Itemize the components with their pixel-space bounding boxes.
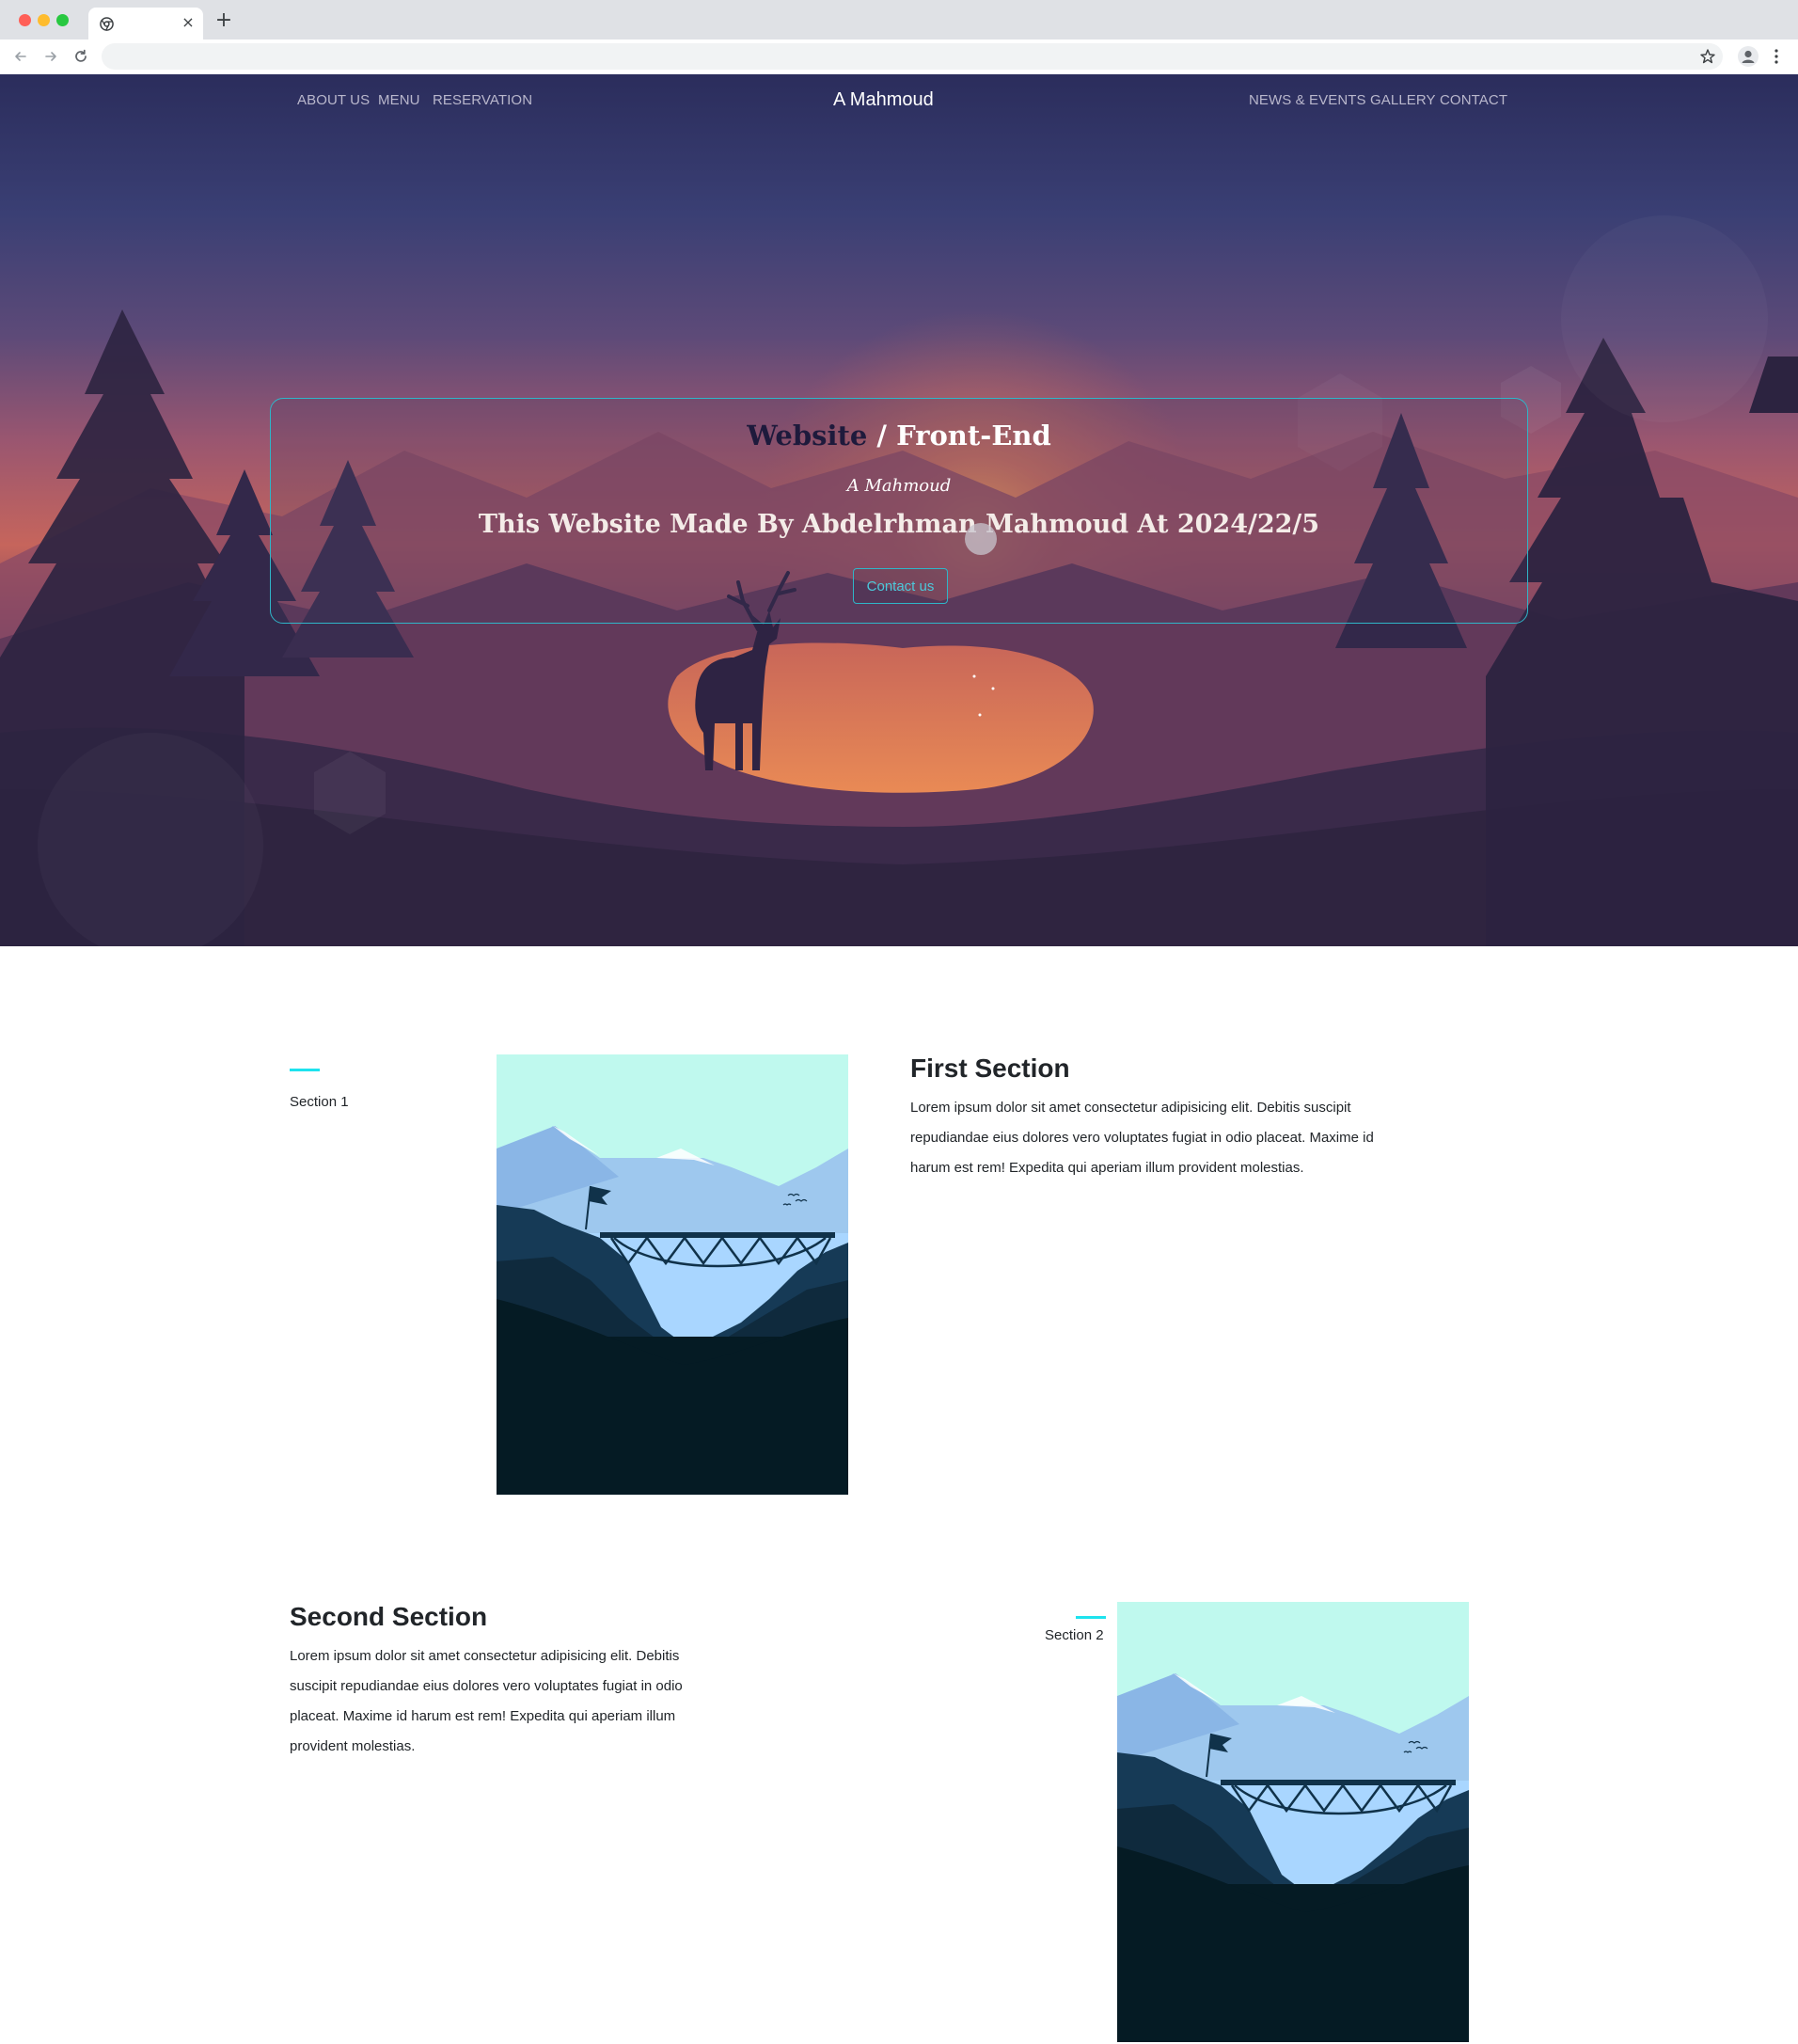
hero-signature: A Mahmoud <box>846 476 952 496</box>
section-1-landscape-image <box>497 1054 848 1495</box>
new-tab-button[interactable]: + <box>214 10 233 31</box>
nav-link-reservation[interactable]: RESERVATION <box>433 92 532 108</box>
top-navigation: ABOUT US MENU RESERVATION A Mahmoud NEWS… <box>0 74 1798 131</box>
browser-tab[interactable]: × <box>88 8 203 40</box>
nav-link-about-us[interactable]: ABOUT US <box>297 92 370 108</box>
browser-toolbar <box>0 40 1798 74</box>
section-1-accent-line <box>290 1069 320 1071</box>
nav-link-menu[interactable]: MENU <box>378 92 420 108</box>
hero-title-front-end: Front-End <box>896 420 1051 452</box>
reload-icon[interactable] <box>71 47 90 66</box>
hero-section: ABOUT US MENU RESERVATION A Mahmoud NEWS… <box>0 74 1798 946</box>
hero-title-separator: / <box>867 420 897 452</box>
mouse-cursor-indicator <box>965 523 997 555</box>
section-2-landscape-image <box>1117 1602 1469 2042</box>
first-section-title: First Section <box>910 1054 1070 1083</box>
bookmark-star-icon[interactable] <box>1698 47 1717 66</box>
nav-link-news-events[interactable]: NEWS & EVENTS <box>1249 92 1366 108</box>
first-section-text: Lorem ipsum dolor sit amet consectetur a… <box>910 1100 1374 1176</box>
hero-heading: This Website Made By Abdelrhman Mahmoud … <box>478 510 1320 539</box>
section-2-accent-line <box>1076 1616 1106 1619</box>
site-brand[interactable]: A Mahmoud <box>833 89 934 111</box>
nav-link-gallery[interactable]: GALLERY <box>1370 92 1436 108</box>
section-2-label: Section 2 <box>1045 1627 1104 1643</box>
nav-link-contact[interactable]: CONTACT <box>1440 92 1507 108</box>
hero-title: Website / Front-End <box>271 420 1527 452</box>
second-section-text: Lorem ipsum dolor sit amet consectetur a… <box>290 1648 683 1754</box>
section-1-label: Section 1 <box>290 1094 349 1110</box>
profile-avatar-icon[interactable] <box>1738 46 1759 67</box>
tab-strip: × + <box>0 0 1798 40</box>
forward-arrow-icon[interactable] <box>41 47 60 66</box>
chrome-icon <box>100 17 114 31</box>
tab-close-icon[interactable]: × <box>181 15 196 30</box>
minimize-window-button[interactable] <box>38 14 50 26</box>
close-window-button[interactable] <box>19 14 31 26</box>
back-arrow-icon[interactable] <box>11 47 30 66</box>
contact-us-button[interactable]: Contact us <box>853 568 948 604</box>
second-section-title: Second Section <box>290 1602 488 1631</box>
more-menu-icon[interactable] <box>1770 47 1783 66</box>
hero-title-website: Website <box>747 420 868 452</box>
address-bar[interactable] <box>102 43 1723 70</box>
hero-card: Website / Front-End A Mahmoud This Websi… <box>270 398 1528 624</box>
maximize-window-button[interactable] <box>56 14 69 26</box>
browser-chrome: × + <box>0 0 1798 74</box>
